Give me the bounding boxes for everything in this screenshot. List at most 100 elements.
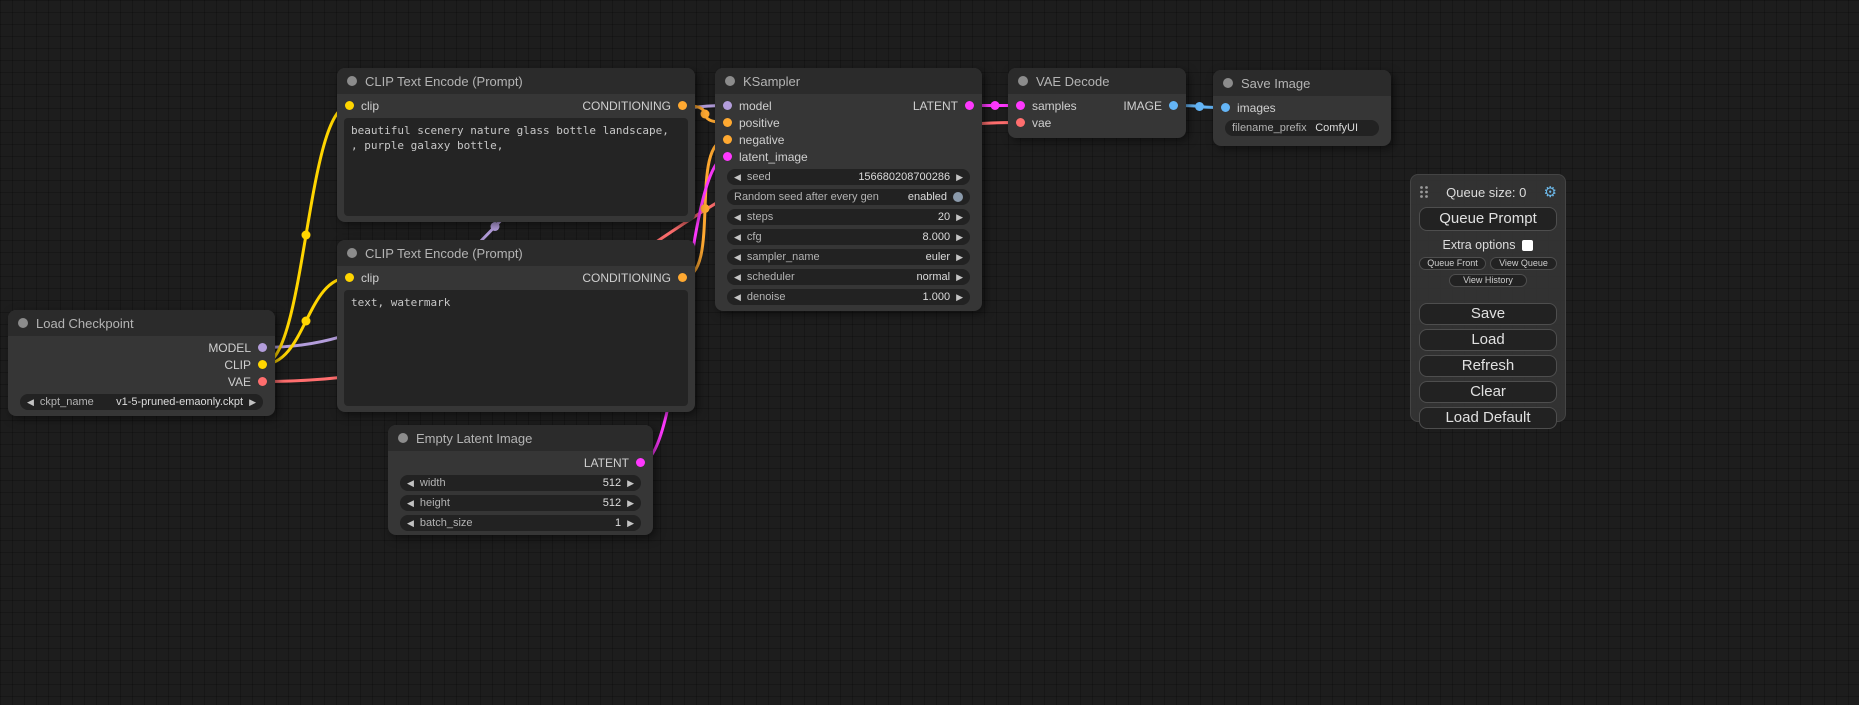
collapse-dot-icon[interactable]: [347, 248, 357, 258]
input-dot-latent-image[interactable]: [723, 152, 732, 161]
save-button[interactable]: Save: [1419, 303, 1557, 325]
node-titlebar[interactable]: CLIP Text Encode (Prompt): [337, 68, 695, 94]
link-dot: [991, 101, 1000, 110]
slot-row: positive: [715, 114, 982, 131]
refresh-button[interactable]: Refresh: [1419, 355, 1557, 377]
node-load-checkpoint[interactable]: Load Checkpoint MODEL CLIP VAE: [8, 310, 275, 416]
widget-right-arrow-icon[interactable]: ▶: [627, 479, 634, 488]
collapse-dot-icon[interactable]: [1018, 76, 1028, 86]
extra-options-checkbox[interactable]: [1522, 240, 1533, 251]
view-history-button[interactable]: View History: [1449, 274, 1527, 287]
input-dot-model[interactable]: [723, 101, 732, 110]
widget-left-arrow-icon[interactable]: ◀: [407, 519, 414, 528]
collapse-dot-icon[interactable]: [725, 76, 735, 86]
output-dot-image[interactable]: [1169, 101, 1178, 110]
output-dot-vae[interactable]: [258, 377, 267, 386]
width-widget[interactable]: ◀ width 512 ▶: [400, 475, 641, 491]
widget-right-arrow-icon[interactable]: ▶: [956, 273, 963, 282]
sampler-name-widget[interactable]: ◀ sampler_name euler ▶: [727, 249, 970, 265]
extra-options-row: Extra options: [1419, 238, 1557, 252]
slot-row: CLIP: [8, 356, 275, 373]
output-dot-model[interactable]: [258, 343, 267, 352]
drag-handle-icon[interactable]: [1419, 185, 1429, 199]
input-dot-clip[interactable]: [345, 101, 354, 110]
gear-icon[interactable]: ⚙: [1544, 185, 1557, 200]
steps-widget[interactable]: ◀ steps 20 ▶: [727, 209, 970, 225]
widget-value: 20: [938, 211, 950, 223]
output-dot-latent[interactable]: [965, 101, 974, 110]
scheduler-widget[interactable]: ◀ scheduler normal ▶: [727, 269, 970, 285]
toggle-knob-icon[interactable]: [953, 192, 963, 202]
widget-left-arrow-icon[interactable]: ◀: [27, 398, 34, 407]
node-titlebar[interactable]: VAE Decode: [1008, 68, 1186, 94]
widget-right-arrow-icon[interactable]: ▶: [956, 213, 963, 222]
denoise-widget[interactable]: ◀ denoise 1.000 ▶: [727, 289, 970, 305]
input-dot-negative[interactable]: [723, 135, 732, 144]
widget-label: cfg: [747, 231, 762, 243]
input-dot-samples[interactable]: [1016, 101, 1025, 110]
collapse-dot-icon[interactable]: [18, 318, 28, 328]
seed-widget[interactable]: ◀ seed 156680208700286 ▶: [727, 169, 970, 185]
node-titlebar[interactable]: Empty Latent Image: [388, 425, 653, 451]
slot-label: images: [1237, 101, 1276, 115]
node-graph-canvas[interactable]: Load Checkpoint MODEL CLIP VAE: [0, 0, 1859, 705]
queue-front-button[interactable]: Queue Front: [1419, 257, 1486, 270]
input-slot-positive: positive: [723, 116, 780, 130]
prompt-textarea[interactable]: text, watermark: [344, 290, 688, 406]
batch-size-widget[interactable]: ◀ batch_size 1 ▶: [400, 515, 641, 531]
input-dot-clip[interactable]: [345, 273, 354, 282]
widget-left-arrow-icon[interactable]: ◀: [407, 479, 414, 488]
input-dot-vae[interactable]: [1016, 118, 1025, 127]
widget-right-arrow-icon[interactable]: ▶: [249, 398, 256, 407]
collapse-dot-icon[interactable]: [347, 76, 357, 86]
widget-right-arrow-icon[interactable]: ▶: [956, 233, 963, 242]
load-default-button[interactable]: Load Default: [1419, 407, 1557, 429]
view-queue-button[interactable]: View Queue: [1490, 257, 1557, 270]
widget-left-arrow-icon[interactable]: ◀: [734, 273, 741, 282]
random-seed-toggle-widget[interactable]: Random seed after every gen enabled: [727, 189, 970, 205]
widget-left-arrow-icon[interactable]: ◀: [734, 173, 741, 182]
cfg-widget[interactable]: ◀ cfg 8.000 ▶: [727, 229, 970, 245]
widget-value: 512: [603, 497, 621, 509]
widget-left-arrow-icon[interactable]: ◀: [734, 233, 741, 242]
collapse-dot-icon[interactable]: [1223, 78, 1233, 88]
widget-left-arrow-icon[interactable]: ◀: [734, 213, 741, 222]
widget-right-arrow-icon[interactable]: ▶: [956, 253, 963, 262]
input-dot-images[interactable]: [1221, 103, 1230, 112]
widget-label: filename_prefix: [1232, 122, 1307, 134]
node-titlebar[interactable]: KSampler: [715, 68, 982, 94]
output-dot-clip[interactable]: [258, 360, 267, 369]
output-dot-conditioning[interactable]: [678, 273, 687, 282]
widget-left-arrow-icon[interactable]: ◀: [734, 293, 741, 302]
output-dot-conditioning[interactable]: [678, 101, 687, 110]
widget-left-arrow-icon[interactable]: ◀: [734, 253, 741, 262]
prompt-textarea[interactable]: beautiful scenery nature glass bottle la…: [344, 118, 688, 216]
node-clip-text-encode-negative[interactable]: CLIP Text Encode (Prompt) clip CONDITION…: [337, 240, 695, 412]
height-widget[interactable]: ◀ height 512 ▶: [400, 495, 641, 511]
input-dot-positive[interactable]: [723, 118, 732, 127]
widget-label: denoise: [747, 291, 786, 303]
filename-prefix-widget[interactable]: filename_prefix ComfyUI: [1225, 120, 1379, 136]
clear-button[interactable]: Clear: [1419, 381, 1557, 403]
node-titlebar[interactable]: Save Image: [1213, 70, 1391, 96]
node-save-image[interactable]: Save Image images filename_prefix ComfyU…: [1213, 70, 1391, 146]
load-button[interactable]: Load: [1419, 329, 1557, 351]
widget-right-arrow-icon[interactable]: ▶: [627, 519, 634, 528]
widget-right-arrow-icon[interactable]: ▶: [956, 293, 963, 302]
node-titlebar[interactable]: CLIP Text Encode (Prompt): [337, 240, 695, 266]
node-clip-text-encode-positive[interactable]: CLIP Text Encode (Prompt) clip CONDITION…: [337, 68, 695, 222]
node-titlebar[interactable]: Load Checkpoint: [8, 310, 275, 336]
node-empty-latent-image[interactable]: Empty Latent Image LATENT ◀ width 512 ▶ …: [388, 425, 653, 535]
widget-right-arrow-icon[interactable]: ▶: [956, 173, 963, 182]
widget-left-arrow-icon[interactable]: ◀: [407, 499, 414, 508]
queue-panel-header: Queue size: 0 ⚙: [1419, 183, 1557, 201]
node-vae-decode[interactable]: VAE Decode samples IMAGE vae: [1008, 68, 1186, 138]
ckpt-name-widget[interactable]: ◀ ckpt_name v1-5-pruned-emaonly.ckpt ▶: [20, 394, 263, 410]
queue-prompt-button[interactable]: Queue Prompt: [1419, 207, 1557, 231]
node-ksampler[interactable]: KSampler model LATENT positive: [715, 68, 982, 311]
spacer: [1419, 287, 1557, 299]
collapse-dot-icon[interactable]: [398, 433, 408, 443]
widget-right-arrow-icon[interactable]: ▶: [627, 499, 634, 508]
slot-list: clip CONDITIONING: [337, 94, 695, 114]
output-dot-latent[interactable]: [636, 458, 645, 467]
